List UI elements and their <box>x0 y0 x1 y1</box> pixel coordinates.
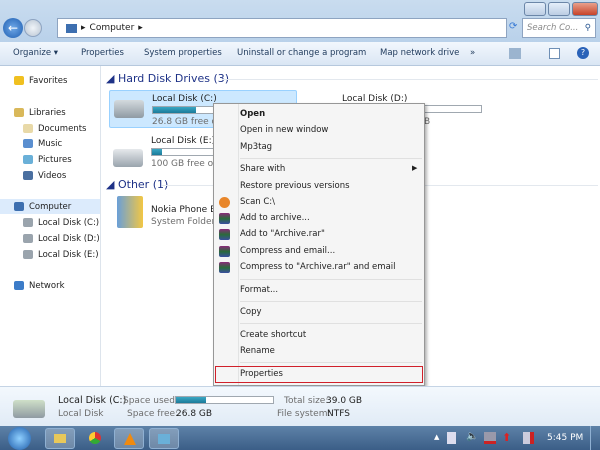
breadcrumb-computer[interactable]: Computer <box>90 23 135 33</box>
refresh-icon[interactable]: ⟳ <box>509 21 517 32</box>
sidebar-item-computer[interactable]: Computer <box>0 199 100 214</box>
menu-copy[interactable]: Copy <box>240 305 262 319</box>
sidebar-item-local-disk-c[interactable]: Local Disk (C:) <box>0 215 100 230</box>
sidebar-item-network[interactable]: Network <box>0 278 100 293</box>
videos-icon <box>23 171 33 180</box>
navigation-pane: Favorites Libraries Documents Music Pict… <box>0 66 101 386</box>
music-icon <box>23 139 33 148</box>
space-used-bar <box>175 396 274 404</box>
nokia-folder-icon[interactable] <box>117 196 143 228</box>
network-disconnected-icon[interactable] <box>484 432 496 444</box>
computer-icon <box>66 23 77 33</box>
taskbar-vlc[interactable] <box>114 428 144 449</box>
minimize-button[interactable] <box>524 2 546 16</box>
preview-pane-icon[interactable] <box>549 48 560 59</box>
search-icon: ⚲ <box>584 23 591 33</box>
sidebar-item-local-disk-d[interactable]: Local Disk (D:) <box>0 231 100 246</box>
update-icon[interactable]: ⬆ <box>502 431 511 444</box>
context-menu: Open Open in new window Mp3tag Share wit… <box>213 103 425 386</box>
more-button[interactable]: » <box>470 48 475 58</box>
volume-icon[interactable]: 🔈 <box>466 431 478 442</box>
drive-icon <box>13 400 45 418</box>
menu-scan[interactable]: Scan C:\ <box>240 195 275 209</box>
winrar-icon <box>219 213 230 224</box>
menu-mp3tag[interactable]: Mp3tag <box>240 140 272 154</box>
power-icon[interactable] <box>447 432 456 444</box>
details-pane: Local Disk (C:) Local Disk Space used: S… <box>0 386 600 426</box>
drive-icon <box>23 250 33 259</box>
menu-compress-and-email[interactable]: Compress and email... <box>240 244 335 258</box>
menu-add-to-archive[interactable]: Add to archive... <box>240 211 310 225</box>
back-button[interactable]: ← <box>3 18 23 38</box>
taskbar-app[interactable] <box>149 428 179 449</box>
menu-open-new-window[interactable]: Open in new window <box>240 123 328 137</box>
organize-button[interactable]: Organize ▾ <box>13 48 58 58</box>
menu-create-shortcut[interactable]: Create shortcut <box>240 328 306 342</box>
drive-icon-e[interactable] <box>113 149 143 167</box>
drive-name-e[interactable]: Local Disk (E:) <box>151 136 215 146</box>
library-icon <box>14 108 24 117</box>
taskbar: ▲ 🔈 ⬆ 5:45 PM <box>0 426 600 450</box>
menu-format[interactable]: Format... <box>240 283 278 297</box>
documents-icon <box>23 124 33 133</box>
help-icon[interactable]: ? <box>577 47 589 59</box>
show-desktop-button[interactable] <box>590 426 600 450</box>
start-button[interactable] <box>8 427 31 450</box>
sidebar-item-local-disk-e[interactable]: Local Disk (E:) <box>0 247 100 262</box>
menu-share-with[interactable]: Share with <box>240 162 285 176</box>
sidebar-item-music[interactable]: Music <box>0 136 100 151</box>
title-bar: ← ▸ Computer ▸ ⟳ Search Co... ⚲ <box>0 0 600 42</box>
action-center-icon[interactable] <box>523 432 534 444</box>
map-network-drive-button[interactable]: Map network drive <box>380 48 459 58</box>
scan-icon <box>219 197 230 208</box>
show-hidden-icons[interactable]: ▲ <box>434 433 439 441</box>
search-input[interactable]: Search Co... ⚲ <box>522 18 596 38</box>
sidebar-item-pictures[interactable]: Pictures <box>0 152 100 167</box>
clock[interactable]: 5:45 PM <box>547 433 583 443</box>
menu-restore-previous-versions[interactable]: Restore previous versions <box>240 179 350 193</box>
submenu-arrow-icon: ▶ <box>412 164 418 172</box>
pictures-icon <box>23 155 33 164</box>
drive-icon <box>114 100 144 118</box>
nokia-folder-name[interactable]: Nokia Phone Br <box>151 205 220 215</box>
address-bar[interactable]: ▸ Computer ▸ <box>57 18 507 38</box>
chrome-icon[interactable] <box>89 432 101 444</box>
winrar-icon <box>219 246 230 257</box>
sidebar-item-favorites[interactable]: Favorites <box>0 73 100 88</box>
group-header-other[interactable]: ◢ Other (1) <box>106 178 168 191</box>
winrar-icon <box>219 229 230 240</box>
sidebar-item-documents[interactable]: Documents <box>0 121 100 136</box>
group-header-hard-disk-drives[interactable]: ◢ Hard Disk Drives (3) <box>106 72 229 85</box>
computer-icon <box>14 202 24 211</box>
forward-button[interactable] <box>24 19 42 37</box>
menu-compress-to-rar-and-email[interactable]: Compress to "Archive.rar" and email <box>240 260 396 274</box>
maximize-button[interactable] <box>548 2 570 16</box>
sidebar-item-videos[interactable]: Videos <box>0 168 100 183</box>
sidebar-item-libraries[interactable]: Libraries <box>0 105 100 120</box>
network-icon <box>14 281 24 290</box>
view-options-icon[interactable] <box>509 48 521 59</box>
drive-icon <box>23 218 33 227</box>
menu-open[interactable]: Open <box>240 107 265 121</box>
menu-add-to-archive-rar[interactable]: Add to "Archive.rar" <box>240 227 325 241</box>
menu-rename[interactable]: Rename <box>240 344 275 358</box>
winrar-icon <box>219 262 230 273</box>
star-icon <box>14 76 24 85</box>
drive-icon <box>23 234 33 243</box>
command-bar: Organize ▾ Properties System properties … <box>0 42 600 66</box>
taskbar-explorer[interactable] <box>45 428 75 449</box>
uninstall-button[interactable]: Uninstall or change a program <box>237 48 366 58</box>
properties-button[interactable]: Properties <box>81 48 124 58</box>
close-button[interactable] <box>572 2 598 16</box>
system-properties-button[interactable]: System properties <box>144 48 222 58</box>
menu-properties[interactable]: Properties <box>240 367 283 381</box>
